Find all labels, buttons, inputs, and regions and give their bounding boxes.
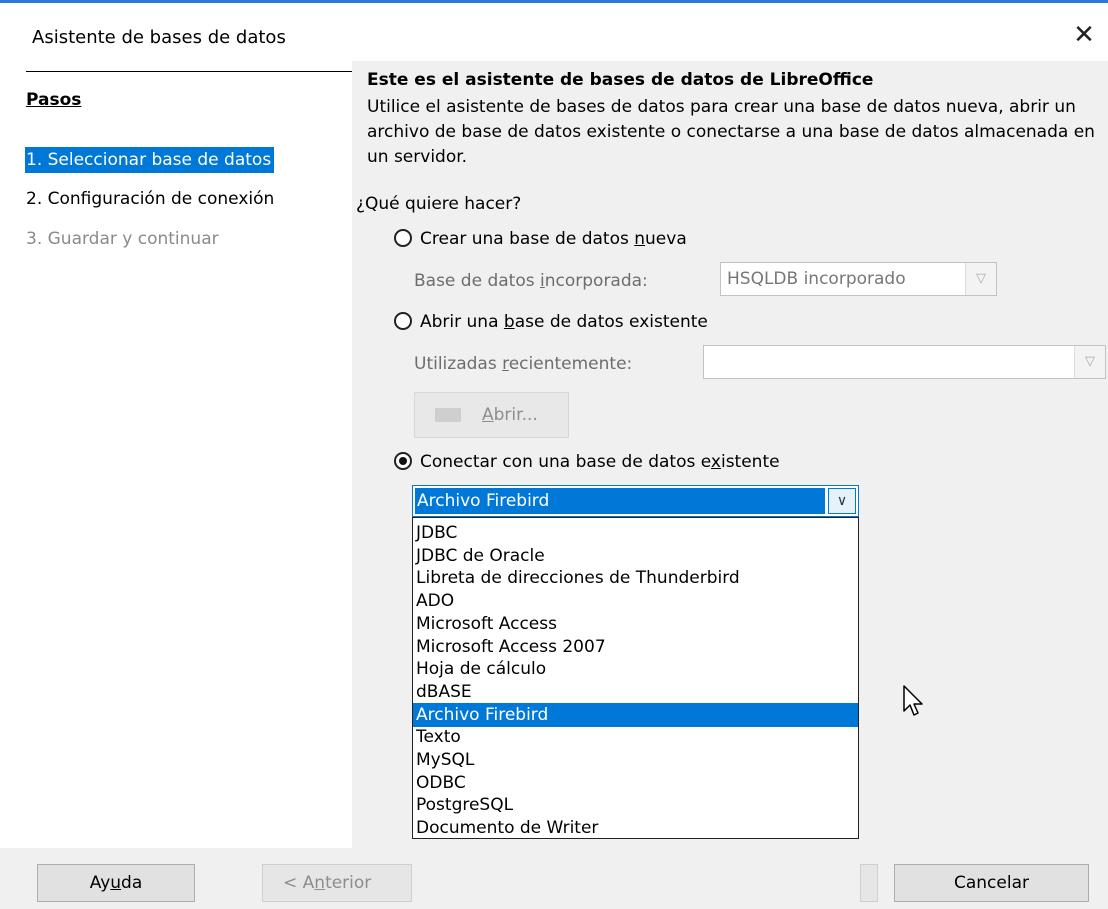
connection-option[interactable]: MySQL (413, 748, 858, 772)
connection-option[interactable]: Texto (413, 725, 858, 749)
folder-open-icon (435, 408, 461, 422)
radio-connect-existing[interactable]: Conectar con una base de datos existente (394, 452, 780, 472)
radio-icon[interactable] (394, 312, 412, 330)
steps-divider (26, 71, 352, 72)
radio-create-new-label: Crear una base de datos nueva (420, 229, 687, 249)
connection-type-select[interactable]: Archivo Firebird ∨ (412, 485, 859, 517)
connection-option[interactable]: PostgreSQL (413, 793, 858, 817)
connection-option[interactable]: dBASE (413, 680, 858, 704)
recent-files-label: Utilizadas recientemente: (414, 354, 633, 374)
connection-type-list: JDBC JDBC de Oracle Libreta de direcciones… (412, 517, 859, 839)
next-button-edge (860, 864, 878, 902)
cancel-button[interactable]: Cancelar (894, 864, 1089, 902)
open-button[interactable]: Abrir... (414, 392, 569, 438)
connection-option[interactable]: Microsoft Access (413, 612, 858, 636)
connection-option[interactable]: JDBC (413, 521, 858, 545)
content-title: Este es el asistente de bases de datos d… (367, 70, 874, 90)
title-bar: Asistente de bases de datos ✕ (0, 3, 1108, 61)
back-button[interactable]: < Anterior (262, 864, 412, 902)
step-save-continue: 3. Guardar y continuar (26, 229, 219, 249)
steps-panel: Pasos 1. Seleccionar base de datos 2. Co… (0, 61, 352, 861)
radio-icon[interactable] (394, 229, 412, 247)
content-intro: Utilice el asistente de bases de datos p… (367, 97, 1095, 167)
question-label: ¿Qué quiere hacer? (356, 194, 522, 214)
embedded-db-label: Base de datos incorporada: (414, 271, 648, 291)
connection-option[interactable]: ODBC (413, 771, 858, 795)
connection-option[interactable]: Hoja de cálculo (413, 657, 858, 681)
connection-option[interactable]: Libreta de direcciones de Thunderbird (413, 566, 858, 590)
connection-option[interactable]: ADO (413, 589, 858, 613)
help-button[interactable]: Ayuda (37, 864, 195, 902)
footer-bar: Ayuda < Anterior Cancelar (0, 848, 1108, 909)
radio-open-existing-label: Abrir una base de datos existente (420, 312, 708, 332)
steps-heading: Pasos (26, 90, 82, 110)
radio-create-new[interactable]: Crear una base de datos nueva (394, 229, 687, 249)
embedded-db-value: HSQLDB incorporado (727, 269, 906, 289)
chevron-down-icon: ▽ (965, 263, 996, 295)
window-title: Asistente de bases de datos (32, 27, 286, 48)
chevron-down-icon: ▽ (1074, 346, 1105, 378)
connection-option[interactable]: Microsoft Access 2007 (413, 635, 858, 659)
embedded-db-select[interactable]: HSQLDB incorporado ▽ (720, 262, 997, 296)
recent-files-select[interactable]: ▽ (703, 345, 1106, 379)
open-button-label: Abrir... (482, 405, 538, 425)
connection-option[interactable]: Documento de Writer (413, 816, 858, 840)
step-connection-setup[interactable]: 2. Configuración de conexión (26, 186, 274, 212)
content-panel: Este es el asistente de bases de datos d… (352, 61, 1108, 848)
mouse-pointer-icon (903, 685, 923, 716)
close-icon[interactable]: ✕ (1064, 17, 1104, 53)
connection-type-value: Archivo Firebird (415, 488, 825, 514)
radio-connect-existing-label: Conectar con una base de datos existente (420, 452, 780, 472)
connection-option[interactable]: Archivo Firebird (413, 702, 858, 727)
step-select-database[interactable]: 1. Seleccionar base de datos (25, 147, 275, 173)
radio-open-existing[interactable]: Abrir una base de datos existente (394, 312, 708, 332)
chevron-down-icon[interactable]: ∨ (828, 488, 856, 514)
radio-icon[interactable] (394, 452, 412, 470)
connection-option[interactable]: JDBC de Oracle (413, 544, 858, 568)
